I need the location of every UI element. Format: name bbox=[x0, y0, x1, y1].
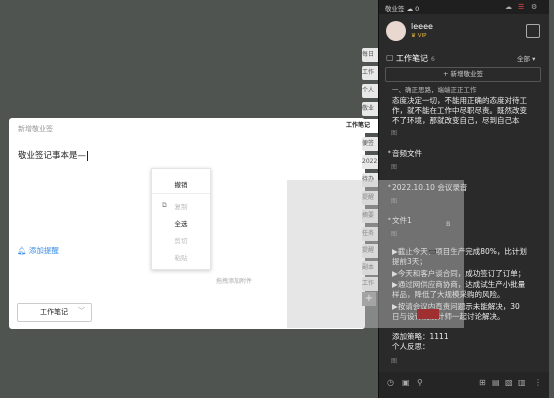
tab-category[interactable]: 2022 bbox=[362, 155, 379, 169]
tab-category[interactable]: 敬业 bbox=[362, 102, 379, 116]
tab-category[interactable]: 工作 bbox=[362, 66, 379, 80]
attach-hint: 拖拽添加附件 bbox=[216, 278, 253, 285]
note5-line: 个人反思： bbox=[392, 342, 430, 351]
category-select[interactable]: 工作笔记 ﹀ bbox=[17, 303, 92, 322]
username: leeee bbox=[411, 22, 433, 31]
crown-icon: ♛ bbox=[411, 33, 416, 39]
section-title: 工作笔记 6 bbox=[396, 53, 435, 64]
app-name-label: 敬业签 bbox=[385, 5, 405, 13]
note5-line: 添加策略：1111 bbox=[392, 332, 449, 341]
image-icon: 图 bbox=[391, 358, 398, 365]
add-reminder-link[interactable]: 🔔︎ 添加提醒 bbox=[17, 245, 59, 256]
vip-badge: ♛ VIP bbox=[411, 33, 426, 39]
image-icon: 图 bbox=[391, 130, 398, 137]
bell-icon: 🔔︎ bbox=[17, 246, 29, 255]
menu-item-undo[interactable]: 撤销 bbox=[152, 179, 210, 189]
note2[interactable]: 音频文件 bbox=[392, 149, 542, 159]
overlay-marker bbox=[417, 309, 439, 319]
copy-icon: ⧉ bbox=[162, 201, 167, 209]
bottom-toolbar: ◷ ▣ ⚲ ⊞ ▤ ▧ ▥ ⋮ bbox=[379, 372, 549, 398]
calendar-icon[interactable] bbox=[526, 24, 540, 38]
vip-label: VIP bbox=[417, 33, 427, 39]
tab-work-notes-active[interactable]: 工作笔记 bbox=[346, 119, 379, 133]
tab-category[interactable]: 便签 bbox=[362, 137, 379, 151]
menu-divider bbox=[152, 193, 210, 194]
cloud-icon: ☁︎ bbox=[406, 5, 414, 13]
overlay-glyph: ▭ bbox=[428, 247, 437, 257]
tab-category[interactable]: 个人 bbox=[362, 84, 379, 98]
more-icon[interactable]: ⋮ bbox=[534, 378, 542, 387]
menu-item-select-all[interactable]: 全选 bbox=[152, 218, 210, 228]
note1-line: 态度决定一切，不能用正确的态度对待工 bbox=[392, 96, 527, 105]
menu-icon[interactable]: ☰ bbox=[518, 3, 524, 11]
sort-filter[interactable]: 全部 ▾ bbox=[517, 53, 535, 63]
note-content-text: 敬业签记事本是— bbox=[18, 151, 87, 161]
chevron-down-icon: ﹀ bbox=[78, 307, 85, 315]
avatar[interactable] bbox=[386, 21, 406, 41]
text-cursor bbox=[87, 150, 89, 161]
photo-icon[interactable]: ▧ bbox=[505, 378, 513, 387]
category-select-value: 工作笔记 bbox=[40, 308, 68, 316]
drag-overlay bbox=[287, 180, 464, 328]
editor-title: 新增敬业签 bbox=[18, 125, 53, 133]
context-menu: 撤销 ⧉ 复制 全选 剪切 粘贴 bbox=[151, 168, 211, 270]
section-count: 6 bbox=[431, 56, 435, 63]
add-reminder-label: 添加提醒 bbox=[28, 246, 59, 255]
cloud-count: 0 bbox=[415, 5, 420, 13]
menu-item-copy-label: 复制 bbox=[174, 203, 188, 211]
notebook-icon: ▢ bbox=[386, 53, 394, 62]
cloud-sync-icon[interactable]: ☁︎ bbox=[505, 3, 512, 11]
note1-line: 一、确正思路，端端正正工作 bbox=[392, 86, 477, 94]
menu-item-cut[interactable]: 剪切 bbox=[152, 235, 210, 245]
note1-line: 作，就不能在工作中尽职尽责。既然改变 bbox=[392, 106, 527, 115]
image-icon: 图 bbox=[391, 164, 398, 171]
list-icon[interactable]: ▥ bbox=[518, 378, 526, 387]
tab-category[interactable]: 每日 bbox=[362, 48, 379, 62]
add-note-button[interactable]: + 新增敬业签 bbox=[385, 67, 541, 82]
note-content-input[interactable]: 敬业签记事本是— bbox=[18, 149, 89, 161]
clock-icon[interactable]: ◷ bbox=[387, 378, 394, 387]
section-title-label: 工作笔记 bbox=[396, 54, 428, 63]
note1-line: 不了环境，那就改变自己，尽到自己本 bbox=[392, 116, 520, 125]
menu-item-paste[interactable]: 粘贴 bbox=[152, 252, 210, 262]
add-icon[interactable]: ⊞ bbox=[479, 378, 486, 387]
app-name: 敬业签 ☁︎ 0 bbox=[385, 3, 419, 13]
calendar-check-icon[interactable]: ▣ bbox=[402, 378, 410, 387]
template-icon[interactable]: ▤ bbox=[492, 378, 500, 387]
bullet: • bbox=[387, 148, 392, 157]
menu-item-copy[interactable]: ⧉ 复制 bbox=[152, 201, 210, 211]
sort-filter-label: 全部 bbox=[517, 55, 530, 63]
title-bar: 敬业签 ☁︎ 0 ☁︎ ☰ ⚙︎ bbox=[379, 0, 549, 14]
search-icon[interactable]: ⚲ bbox=[417, 378, 423, 387]
close-icon[interactable]: ⚙︎ bbox=[531, 3, 537, 11]
chevron-down-icon: ▾ bbox=[532, 55, 536, 63]
